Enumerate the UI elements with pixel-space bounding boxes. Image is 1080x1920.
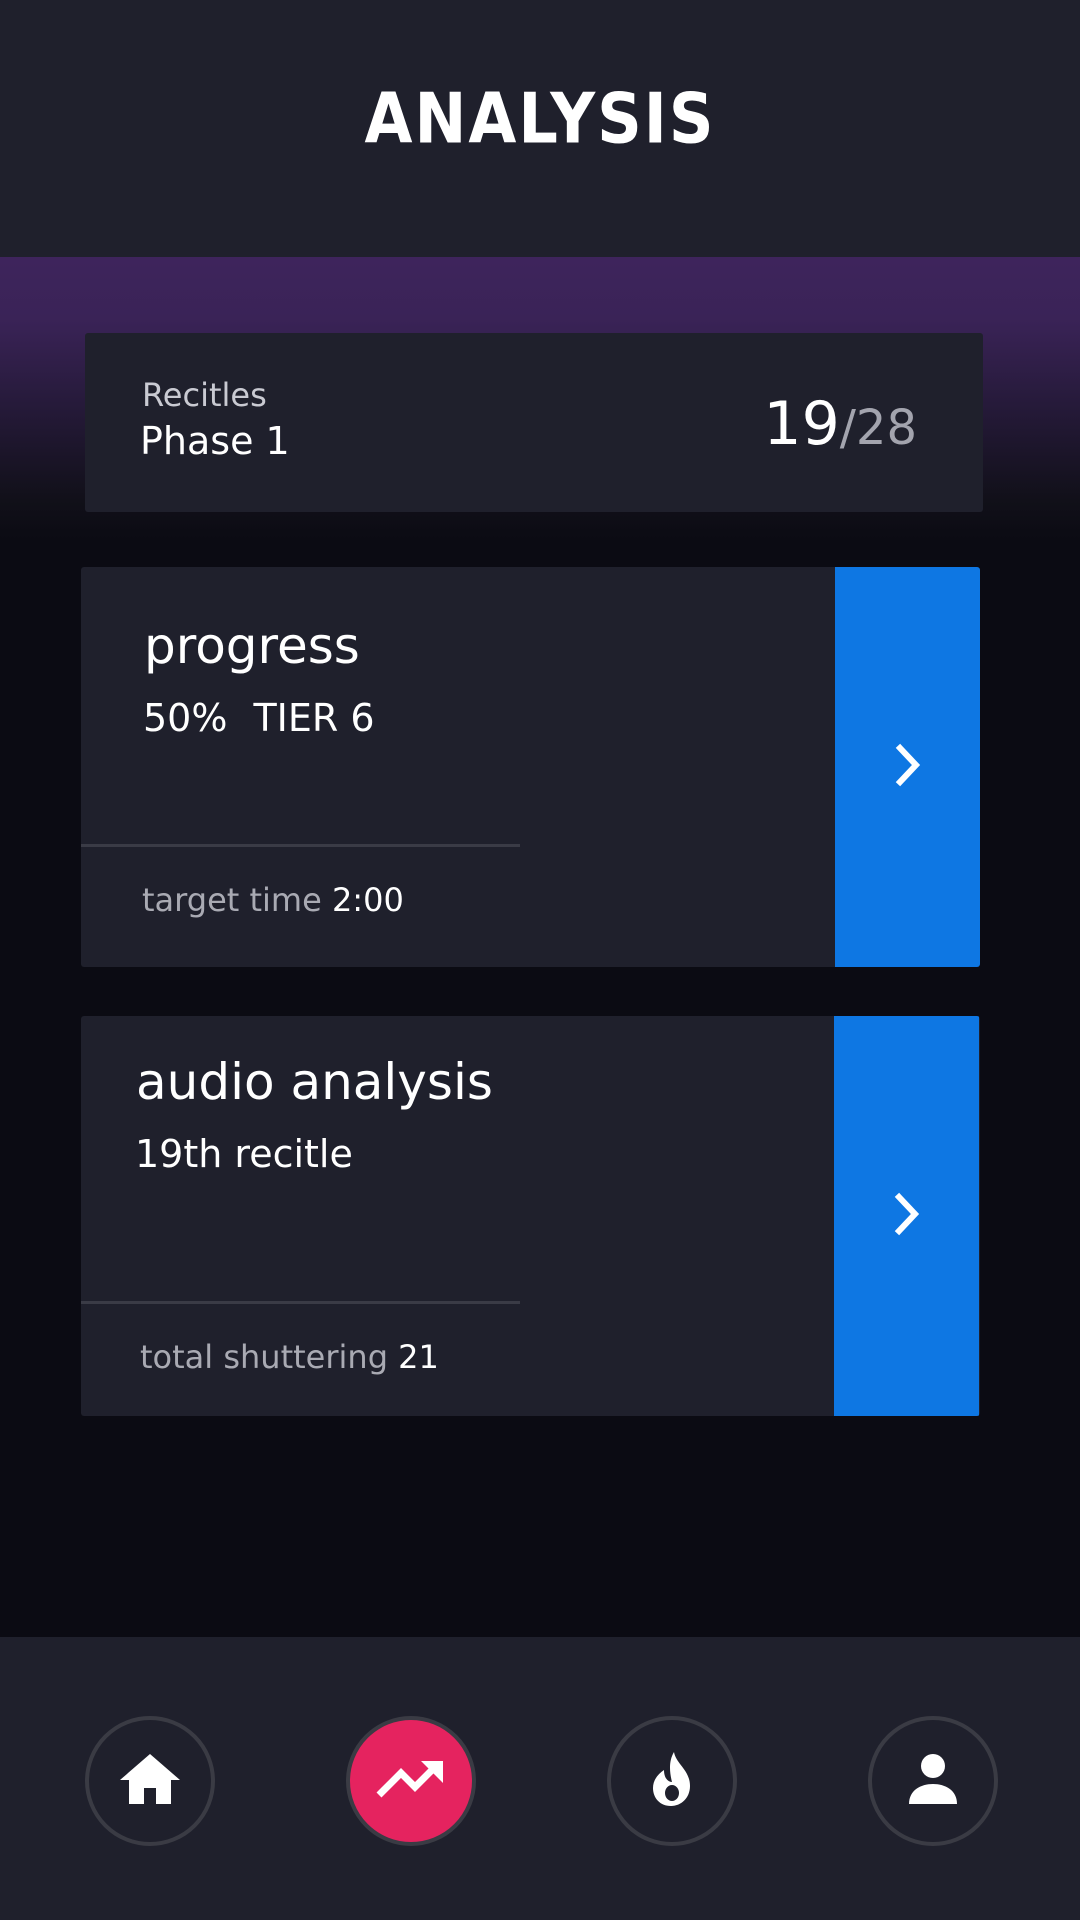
recitals-count-total: /28 bbox=[839, 400, 917, 456]
app-header: ANALYSIS bbox=[0, 0, 1080, 257]
recitals-count: 19/28 bbox=[763, 389, 917, 459]
audio-analysis-open-button[interactable] bbox=[834, 1016, 979, 1416]
analysis-screen: ANALYSIS Recitles Phase 1 19/28 progress… bbox=[0, 0, 1080, 1920]
recitals-label: Recitles bbox=[142, 376, 267, 414]
audio-analysis-card-footer: total shuttering 21 bbox=[140, 1338, 439, 1376]
chevron-right-icon bbox=[893, 743, 923, 791]
progress-card-footer: target time 2:00 bbox=[142, 881, 404, 919]
nav-streak-button[interactable] bbox=[607, 1716, 737, 1846]
home-icon bbox=[118, 1750, 182, 1812]
audio-analysis-card-divider bbox=[81, 1301, 520, 1304]
page-title: ANALYSIS bbox=[364, 77, 716, 160]
progress-card-title: progress bbox=[144, 617, 360, 675]
person-icon bbox=[906, 1752, 960, 1810]
target-time-value: 2:00 bbox=[331, 881, 404, 919]
phase-label: Phase 1 bbox=[140, 419, 290, 463]
audio-analysis-card-subtitle: 19th recitle bbox=[135, 1132, 353, 1176]
progress-open-button[interactable] bbox=[835, 567, 980, 967]
nav-profile-button[interactable] bbox=[868, 1716, 998, 1846]
nav-analysis-button[interactable] bbox=[346, 1716, 476, 1846]
progress-tier: TIER 6 bbox=[253, 696, 375, 740]
flame-icon bbox=[650, 1750, 694, 1812]
progress-percent: 50% bbox=[143, 696, 228, 740]
trending-up-icon bbox=[375, 1757, 447, 1805]
nav-home-button[interactable] bbox=[85, 1716, 215, 1846]
total-shuttering-value: 21 bbox=[398, 1338, 439, 1376]
progress-card-subtitle: 50% TIER 6 bbox=[143, 696, 375, 740]
recitals-summary-card: Recitles Phase 1 19/28 bbox=[85, 333, 983, 512]
recitals-count-current: 19 bbox=[763, 389, 840, 459]
target-time-label: target time bbox=[142, 881, 322, 919]
audio-analysis-card-title: audio analysis bbox=[136, 1053, 493, 1111]
total-shuttering-label: total shuttering bbox=[140, 1338, 388, 1376]
progress-card[interactable]: progress 50% TIER 6 target time 2:00 bbox=[81, 567, 980, 967]
progress-card-divider bbox=[81, 844, 520, 847]
chevron-right-icon bbox=[892, 1192, 922, 1240]
audio-analysis-card[interactable]: audio analysis 19th recitle total shutte… bbox=[81, 1016, 980, 1416]
